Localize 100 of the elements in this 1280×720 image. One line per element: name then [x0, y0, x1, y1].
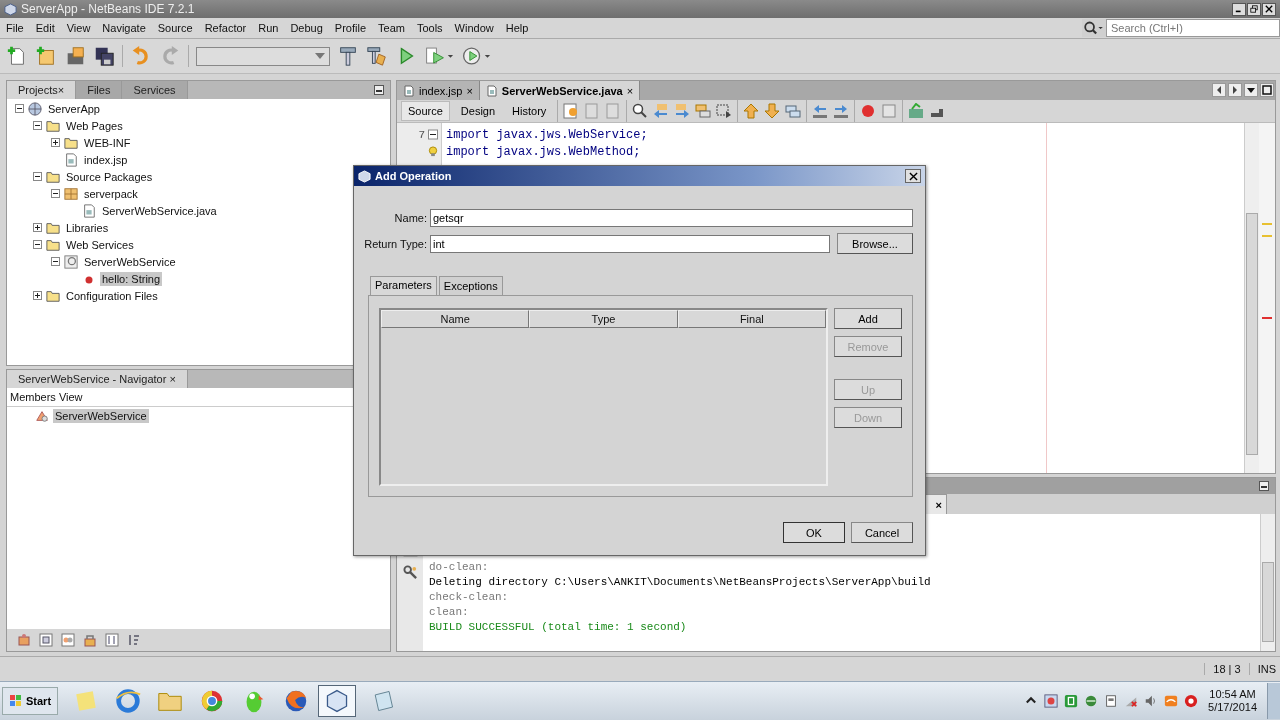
expander-icon[interactable]: [51, 189, 60, 198]
minimize-icon[interactable]: [374, 85, 384, 95]
menu-item[interactable]: Team: [372, 22, 411, 34]
expander-icon[interactable]: [33, 121, 42, 130]
tray-app-icon[interactable]: [1104, 694, 1119, 708]
tray-app-icon[interactable]: [1184, 694, 1199, 708]
expander-icon[interactable]: [33, 172, 42, 181]
dropdown-icon[interactable]: [1244, 83, 1258, 97]
tree-item[interactable]: hello: String: [100, 271, 163, 286]
panel-tab[interactable]: Files: [76, 81, 123, 99]
view-tab[interactable]: History: [506, 102, 553, 120]
menu-item[interactable]: Window: [448, 22, 500, 34]
editor-tab[interactable]: index.jsp ×: [397, 81, 480, 100]
selection-icon[interactable]: [716, 103, 733, 119]
configuration-dropdown[interactable]: [196, 46, 330, 66]
debug-icon[interactable]: [424, 45, 454, 67]
fold-icon[interactable]: [428, 129, 438, 140]
tree-item[interactable]: Configuration Files: [64, 288, 160, 303]
expander-icon[interactable]: [33, 291, 42, 300]
expander-icon[interactable]: [51, 138, 60, 147]
dialog-button[interactable]: OK: [783, 522, 845, 543]
record-icon[interactable]: [860, 103, 877, 119]
tree-item[interactable]: Web Services: [64, 237, 136, 252]
scroll-right-icon[interactable]: [1228, 83, 1242, 97]
tree-item[interactable]: Web Pages: [64, 118, 125, 133]
tree-item[interactable]: Libraries: [64, 220, 111, 235]
arrow-down-icon[interactable]: [764, 103, 781, 119]
dialog-button[interactable]: Cancel: [851, 522, 913, 543]
column-header[interactable]: Final: [677, 310, 826, 328]
clean-build-icon[interactable]: [366, 45, 388, 67]
check-icon[interactable]: [908, 103, 925, 119]
menu-item[interactable]: View: [60, 22, 97, 34]
minimize-icon[interactable]: [1259, 481, 1269, 491]
save-icon[interactable]: [93, 45, 115, 67]
tree-item[interactable]: ServerWebService.java: [100, 203, 219, 218]
expander-icon[interactable]: [15, 104, 24, 113]
name-field[interactable]: getsqr: [430, 209, 913, 227]
dialog-tab[interactable]: Exceptions: [438, 276, 503, 295]
table-action-button[interactable]: Add: [834, 308, 902, 329]
view-tab[interactable]: Design: [454, 102, 502, 120]
search-icon[interactable]: [1082, 19, 1106, 37]
scroll-left-icon[interactable]: [1212, 83, 1226, 97]
menu-item[interactable]: File: [0, 22, 30, 34]
menu-item[interactable]: Run: [252, 22, 285, 34]
menu-item[interactable]: Refactor: [198, 22, 253, 34]
tree-item[interactable]: index.jsp: [82, 152, 130, 167]
tree-item[interactable]: WEB-INF: [82, 135, 133, 150]
expander-icon[interactable]: [51, 257, 60, 266]
column-header[interactable]: Name: [381, 310, 530, 328]
search-field[interactable]: Search (Ctrl+I): [1106, 19, 1280, 37]
arrow-right-icon[interactable]: [674, 103, 691, 119]
browse-button[interactable]: Browse...: [837, 233, 913, 254]
tree-item[interactable]: ServerWebService: [82, 254, 178, 269]
tray-app-icon[interactable]: [1064, 694, 1079, 708]
shift-right-icon[interactable]: [833, 103, 850, 119]
lock-icon[interactable]: [83, 633, 97, 647]
expander-icon[interactable]: [33, 240, 42, 249]
menu-item[interactable]: Help: [499, 22, 535, 34]
return-type-field[interactable]: int: [430, 234, 830, 253]
start-button[interactable]: Start: [2, 687, 59, 715]
tree-item[interactable]: Source Packages: [64, 169, 155, 184]
tree-item[interactable]: ServerApp: [46, 101, 102, 116]
menu-item[interactable]: Tools: [410, 22, 449, 34]
square-icon[interactable]: [39, 633, 53, 647]
dialog-tab[interactable]: Parameters: [370, 276, 437, 295]
menu-item[interactable]: Navigate: [96, 22, 152, 34]
shift-left-icon[interactable]: [812, 103, 829, 119]
editor-tab[interactable]: ServerWebService.java ×: [479, 81, 641, 100]
browser-icon[interactable]: [114, 687, 143, 715]
panel-tab[interactable]: Services: [122, 81, 188, 99]
tray-app-icon[interactable]: [1084, 694, 1099, 708]
bookmark-icon[interactable]: [785, 103, 802, 119]
expander-icon[interactable]: [33, 223, 42, 232]
search-icon[interactable]: [632, 103, 649, 119]
scrollbar[interactable]: [1260, 514, 1275, 651]
panel-tab[interactable]: Projects×: [7, 81, 77, 99]
history-icon[interactable]: [563, 103, 580, 119]
caret-icon[interactable]: [315, 53, 325, 59]
tray-app-icon[interactable]: [1164, 694, 1179, 708]
parameters-table[interactable]: Name Type Final: [379, 308, 828, 486]
view-tab[interactable]: Source: [401, 101, 450, 121]
column-header[interactable]: Type: [529, 310, 678, 328]
four-squares-icon[interactable]: [9, 694, 23, 708]
profile-icon[interactable]: [461, 45, 491, 67]
lightbulb-icon[interactable]: [428, 146, 438, 157]
wrench-icon[interactable]: [402, 565, 418, 580]
tray-app-icon[interactable]: [1044, 694, 1059, 708]
navigator-item[interactable]: ServerWebService: [53, 408, 149, 423]
scrollbar[interactable]: [1244, 123, 1259, 473]
menu-item[interactable]: Edit: [29, 22, 61, 34]
panel-tab[interactable]: ServerWebService - Navigator ×: [7, 370, 188, 388]
tree-item[interactable]: serverpack: [82, 186, 140, 201]
hammer-icon[interactable]: [337, 45, 359, 67]
clock[interactable]: 10:54 AM 5/17/2014: [1204, 688, 1261, 714]
new-project-icon[interactable]: [35, 45, 57, 67]
menu-item[interactable]: Debug: [284, 22, 329, 34]
task-button[interactable]: [318, 685, 357, 717]
menu-item[interactable]: Profile: [328, 22, 372, 34]
maximize-icon[interactable]: [1260, 83, 1274, 97]
arrow-up-icon[interactable]: [743, 103, 760, 119]
